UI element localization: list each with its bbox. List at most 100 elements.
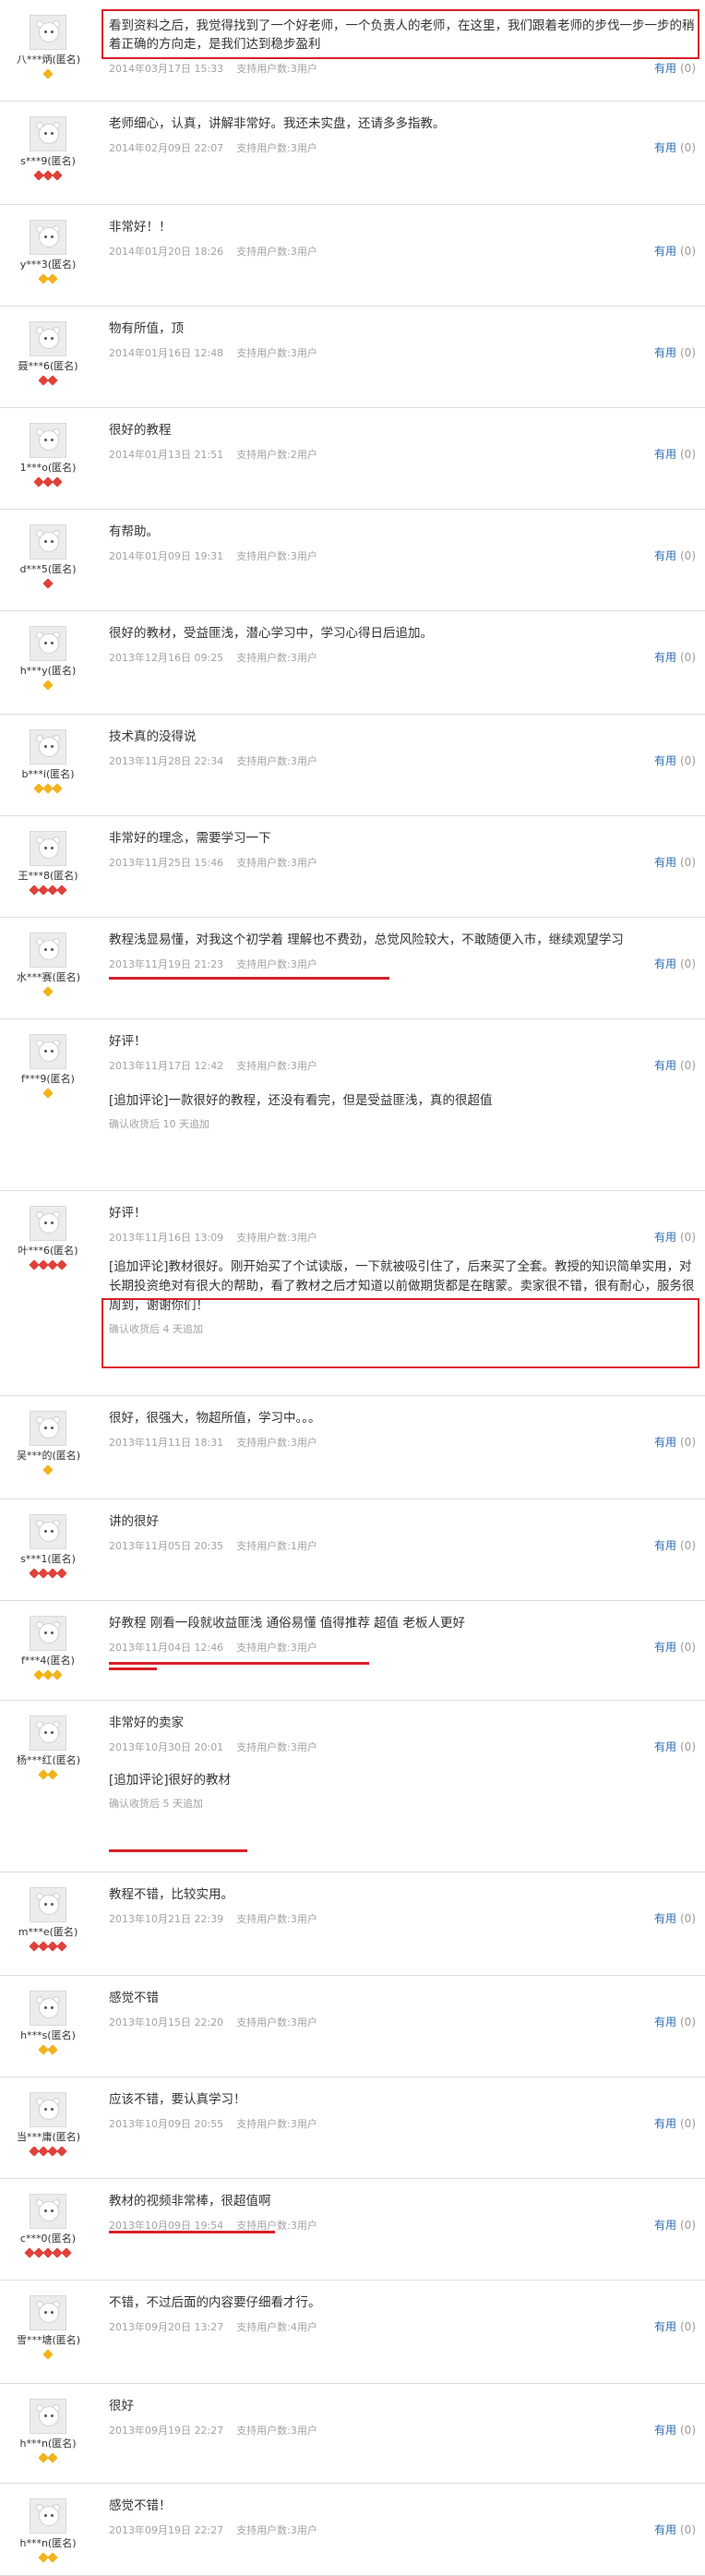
review-date: 2014年03月17日 15:33 — [109, 63, 224, 75]
useful-button[interactable]: 有用 — [654, 2424, 676, 2437]
useful-count: (0) — [680, 651, 696, 664]
useful-button[interactable]: 有用 — [654, 1641, 676, 1654]
useful-count: (0) — [680, 957, 696, 970]
useful-button[interactable]: 有用 — [654, 1059, 676, 1072]
reviewer-info: s***9(匿名) — [17, 116, 79, 181]
red-heart-icon — [56, 2146, 67, 2157]
review-text: 很好的教材，受益匪浅，潜心学习中，学习心得日后追加。 — [109, 626, 433, 641]
avatar — [30, 116, 66, 151]
reviewer-info: s***1(匿名) — [17, 1514, 79, 1579]
reviewer-name: 当***庸(匿名) — [17, 2131, 81, 2143]
useful-button[interactable]: 有用 — [654, 1231, 676, 1244]
review-item: h***n(匿名) 感觉不错！ 2013年09月19日 22:27 支持用户数:3用户… — [0, 2484, 705, 2576]
useful-vote: 有用 (0) — [654, 1229, 696, 1245]
useful-button[interactable]: 有用 — [654, 651, 676, 664]
yellow-diamond-icon — [47, 2452, 58, 2463]
yellow-diamond-icon — [47, 2552, 58, 2563]
reviewer-info: m***e(匿名) — [17, 1887, 79, 1952]
avatar — [30, 1514, 66, 1549]
useful-count: (0) — [680, 1231, 696, 1244]
useful-vote: 有用 (0) — [654, 752, 696, 768]
review-meta: 2014年01月16日 12:48 支持用户数:3用户 — [109, 345, 317, 360]
review-meta: 2013年11月19日 21:23 支持用户数:3用户 — [109, 957, 317, 971]
review-meta: 2013年11月05日 20:35 支持用户数:1用户 — [109, 1538, 317, 1553]
useful-button[interactable]: 有用 — [654, 2016, 676, 2028]
review-item: h***y(匿名) 很好的教材，受益匪浅，潜心学习中，学习心得日后追加。 2013年… — [0, 611, 705, 715]
review-item: 雪***塘(匿名) 不错，不过后面的内容要仔细看才行。 2013年09月20日 13… — [0, 2281, 705, 2384]
reviewer-info: h***n(匿名) — [17, 2498, 79, 2563]
useful-button[interactable]: 有用 — [654, 1740, 676, 1753]
reviewer-level-badge — [17, 68, 79, 79]
review-text: 好评！ — [109, 1034, 147, 1049]
review-item: y***3(匿名) 非常好！！ 2014年01月20日 18:26 支持用户数:3用户… — [0, 205, 705, 307]
useful-button[interactable]: 有用 — [654, 2219, 676, 2232]
reviewer-level-badge — [17, 170, 79, 181]
useful-vote: 有用 (0) — [654, 2318, 696, 2334]
review-date: 2013年11月19日 21:23 — [109, 958, 224, 970]
review-date: 2013年11月05日 20:35 — [109, 1540, 224, 1552]
reviewer-level-badge — [17, 1941, 79, 1952]
useful-button[interactable]: 有用 — [654, 856, 676, 869]
useful-button[interactable]: 有用 — [654, 1912, 676, 1925]
reviewer-info: 八***炳(匿名) — [17, 15, 80, 79]
useful-button[interactable]: 有用 — [654, 754, 676, 767]
review-meta: 2013年11月16日 13:09 支持用户数:3用户 — [109, 1230, 317, 1245]
useful-button[interactable]: 有用 — [654, 2320, 676, 2333]
review-date: 2013年11月17日 12:42 — [109, 1060, 224, 1072]
review-text: 很好 — [109, 2399, 134, 2413]
reviewer-name: 1***o(匿名) — [19, 462, 77, 474]
review-meta: 2013年11月17日 12:42 支持用户数:3用户 — [109, 1058, 317, 1073]
red-heart-icon — [52, 476, 63, 488]
reviewer-name: h***n(匿名) — [19, 2438, 77, 2450]
reviewer-name: 王***8(匿名) — [18, 870, 78, 882]
highlight-underline — [109, 1667, 157, 1670]
support-count: 支持用户数:3用户 — [236, 1642, 317, 1654]
avatar — [30, 1991, 66, 2026]
red-heart-icon — [42, 578, 54, 589]
follow-up-comment: [追加评论]一款很好的教程，还没有看完，但是受益匪浅，真的很超值 — [109, 1093, 493, 1108]
useful-button[interactable]: 有用 — [654, 2117, 676, 2130]
support-count: 支持用户数:3用户 — [236, 1437, 317, 1449]
reviewer-level-badge — [17, 1769, 79, 1780]
useful-count: (0) — [680, 1539, 696, 1552]
yellow-diamond-icon — [42, 68, 54, 79]
useful-count: (0) — [680, 2219, 696, 2232]
avatar — [30, 321, 66, 356]
review-text: 物有所值，顶 — [109, 321, 184, 336]
reviewer-level-badge — [17, 2452, 79, 2463]
reviewer-level-badge — [17, 2349, 79, 2360]
yellow-diamond-icon — [42, 986, 54, 997]
support-count: 支持用户数:3用户 — [236, 958, 317, 970]
useful-button[interactable]: 有用 — [654, 141, 676, 154]
review-date: 2013年09月20日 13:27 — [109, 2321, 224, 2333]
useful-button[interactable]: 有用 — [654, 2523, 676, 2536]
avatar — [30, 1411, 66, 1446]
avatar — [30, 2194, 66, 2229]
support-count: 支持用户数:2用户 — [236, 449, 317, 461]
avatar — [30, 524, 66, 560]
useful-button[interactable]: 有用 — [654, 346, 676, 359]
useful-button[interactable]: 有用 — [654, 1539, 676, 1552]
useful-button[interactable]: 有用 — [654, 448, 676, 461]
useful-vote: 有用 (0) — [654, 1910, 696, 1926]
useful-button[interactable]: 有用 — [654, 957, 676, 970]
review-item: 聂***6(匿名) 物有所值，顶 2014年01月16日 12:48 支持用户数:3用… — [0, 307, 705, 408]
reviewer-level-badge — [17, 273, 79, 284]
support-count: 支持用户数:4用户 — [236, 2321, 317, 2333]
useful-button[interactable]: 有用 — [654, 62, 676, 75]
useful-count: (0) — [680, 1740, 696, 1753]
avatar — [30, 1616, 66, 1651]
useful-vote: 有用 (0) — [654, 2422, 696, 2438]
review-text: 教材的视频非常棒，很超值啊 — [109, 2194, 271, 2209]
reviewer-name: 聂***6(匿名) — [18, 360, 78, 372]
useful-button[interactable]: 有用 — [654, 245, 676, 258]
useful-button[interactable]: 有用 — [654, 549, 676, 562]
useful-count: (0) — [680, 1059, 696, 1072]
review-item: c***0(匿名) 教材的视频非常棒，很超值啊 2013年10月09日 19:54 支… — [0, 2179, 705, 2281]
useful-button[interactable]: 有用 — [654, 1436, 676, 1449]
support-count: 支持用户数:3用户 — [236, 755, 317, 767]
review-date: 2013年11月25日 15:46 — [109, 857, 224, 869]
useful-count: (0) — [680, 549, 696, 562]
useful-vote: 有用 (0) — [654, 854, 696, 870]
review-item: s***9(匿名) 老师细心，认真，讲解非常好。我还未实盘，还请多多指教。 2014… — [0, 102, 705, 205]
